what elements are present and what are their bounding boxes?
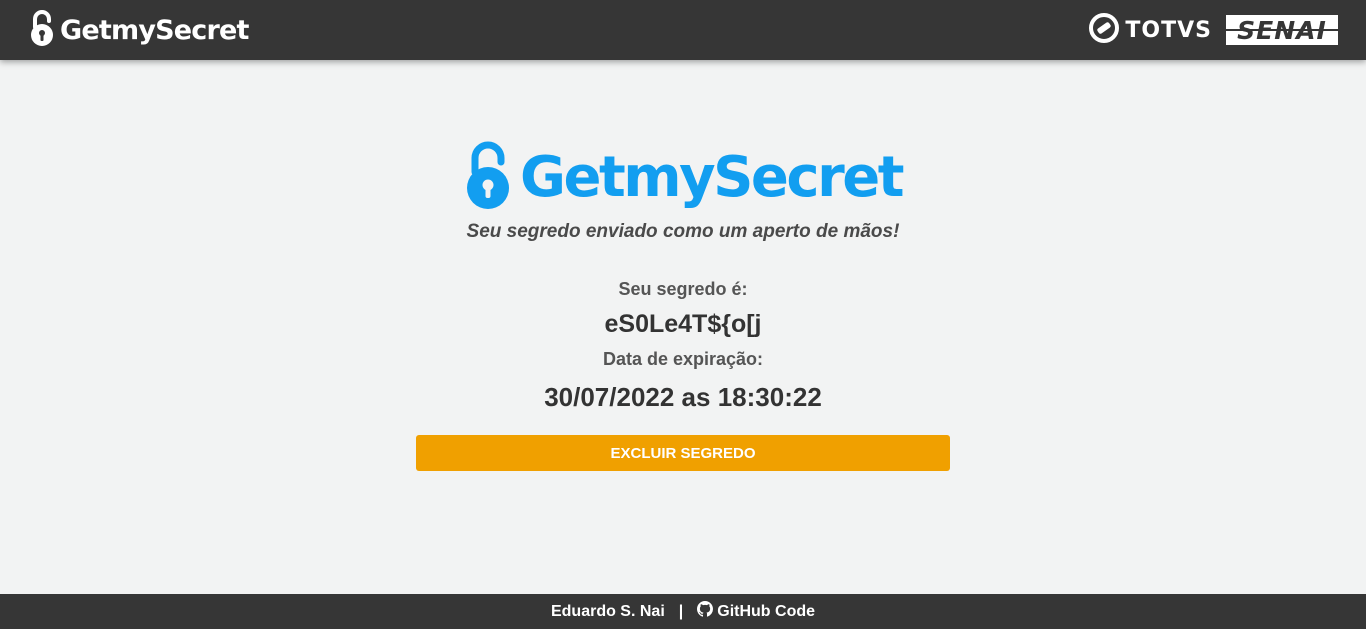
totvs-logo: TOTVS xyxy=(1089,12,1212,48)
footer-separator: | xyxy=(678,602,684,620)
totvs-logo-icon xyxy=(1089,12,1120,48)
footer-author: Eduardo S. Nai xyxy=(550,602,665,620)
brand-link[interactable]: GetmySecret xyxy=(30,9,249,51)
unlocked-padlock-icon xyxy=(464,140,512,215)
hero-logo-text: GetmySecret xyxy=(520,144,904,210)
secret-label: Seu segredo é: xyxy=(618,279,748,299)
secret-value[interactable]: eS0Le4T${o[j xyxy=(604,310,761,339)
totvs-logo-text: TOTVS xyxy=(1125,17,1212,43)
tagline: Seu segredo enviado como um aperto de mã… xyxy=(466,221,900,242)
senai-logo: SENAI xyxy=(1226,15,1338,45)
github-link[interactable]: GitHub Code xyxy=(697,601,815,622)
top-navbar: GetmySecret TOTVS SENAI xyxy=(0,0,1366,60)
github-link-label: GitHub Code xyxy=(717,602,816,620)
github-icon xyxy=(697,601,714,622)
footer: Eduardo S. Nai | GitHub Code xyxy=(0,594,1366,629)
senai-logo-text: SENAI xyxy=(1237,15,1327,45)
delete-secret-button[interactable]: EXCLUIR SEGREDO xyxy=(416,435,950,471)
expiration-label: Data de expiração: xyxy=(602,349,764,369)
secret-view: GetmySecret Seu segredo enviado como um … xyxy=(0,60,1366,594)
hero-logo: GetmySecret xyxy=(464,140,904,215)
unlocked-padlock-icon xyxy=(30,9,54,51)
brand-name: GetmySecret xyxy=(60,14,249,46)
partner-logos: TOTVS SENAI xyxy=(1089,12,1338,48)
expiration-value: 30/07/2022 as 18:30:22 xyxy=(544,382,822,412)
